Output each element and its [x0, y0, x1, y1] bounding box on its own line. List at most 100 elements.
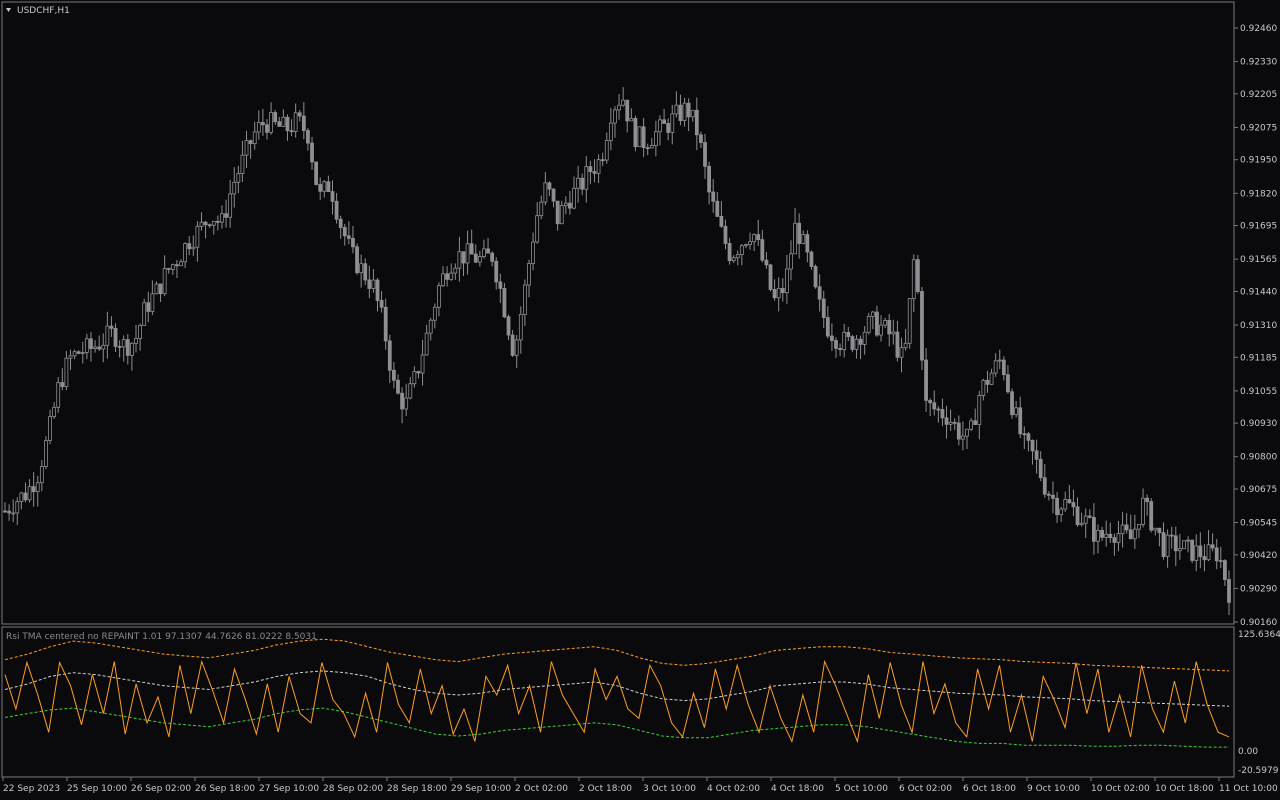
candle	[215, 215, 220, 231]
candle	[801, 230, 806, 245]
candle	[813, 264, 818, 289]
time-tick-label: 22 Sep 2023	[3, 784, 60, 794]
candle	[600, 152, 605, 166]
candle	[1063, 491, 1068, 512]
candle	[862, 326, 867, 355]
candle	[678, 94, 683, 126]
candle	[486, 237, 490, 254]
time-tick-label: 29 Sep 10:00	[451, 784, 511, 794]
candle	[1042, 464, 1047, 498]
candle	[80, 341, 85, 364]
candle	[711, 179, 716, 213]
candle	[965, 428, 969, 449]
candle	[973, 408, 978, 425]
candle	[1046, 491, 1051, 501]
price-tick-label: 0.90545	[1240, 519, 1277, 529]
candle	[821, 290, 826, 329]
candle	[1149, 498, 1154, 533]
candle	[482, 239, 486, 259]
candle	[576, 165, 581, 203]
candle	[326, 175, 331, 193]
candle	[44, 436, 48, 470]
candle	[400, 387, 404, 424]
candle	[502, 282, 507, 319]
candle	[187, 236, 192, 256]
candle	[645, 143, 650, 156]
candle	[1001, 356, 1006, 381]
candle	[76, 350, 81, 355]
candle	[441, 266, 445, 288]
candle	[113, 323, 118, 352]
candle	[146, 291, 151, 323]
candle	[3, 502, 7, 513]
candle	[1116, 520, 1121, 552]
candle	[224, 199, 228, 228]
candle	[1202, 544, 1207, 572]
candle	[346, 221, 351, 245]
candle	[592, 159, 597, 183]
candle	[997, 349, 1002, 370]
candle	[985, 370, 990, 393]
candle	[1051, 481, 1055, 514]
candle	[1034, 439, 1039, 474]
candle	[375, 278, 380, 312]
candle	[1100, 526, 1104, 541]
candle	[68, 349, 73, 370]
candle	[768, 263, 773, 292]
candle	[797, 213, 802, 259]
candle	[27, 479, 32, 503]
candle	[240, 140, 245, 182]
candle	[93, 340, 97, 353]
time-tick-label: 6 Oct 02:00	[899, 784, 952, 794]
candle	[150, 280, 155, 315]
candle	[596, 154, 601, 184]
candle	[1087, 509, 1092, 519]
candle	[404, 383, 409, 416]
candle	[1214, 538, 1219, 570]
candle	[130, 341, 134, 371]
candle	[744, 243, 748, 249]
candle	[830, 323, 834, 351]
candle	[101, 333, 106, 363]
time-tick-label: 27 Sep 10:00	[259, 784, 319, 794]
candle	[527, 259, 531, 298]
candle	[125, 334, 130, 365]
candle	[715, 192, 720, 218]
candle	[301, 102, 306, 140]
candle	[1223, 559, 1227, 587]
candle	[1128, 514, 1133, 540]
candle	[1186, 536, 1190, 553]
candle	[48, 409, 52, 445]
candle	[1006, 365, 1010, 394]
candle	[424, 324, 429, 356]
candle	[11, 499, 16, 523]
rsi-line	[4, 659, 1230, 744]
candle	[338, 215, 343, 239]
candle	[719, 201, 724, 229]
candle	[89, 332, 93, 362]
candle	[1218, 546, 1223, 569]
price-tick-label: 0.91055	[1240, 387, 1277, 397]
candle	[891, 319, 896, 345]
candle	[138, 323, 142, 351]
time-tick-label: 2 Oct 18:00	[579, 784, 632, 794]
candle	[752, 233, 757, 252]
candle	[248, 139, 253, 159]
candle	[699, 131, 703, 148]
candle	[211, 220, 216, 235]
candle	[858, 335, 863, 360]
candle	[1059, 506, 1064, 523]
candle	[506, 314, 511, 341]
candle	[457, 236, 462, 282]
candle	[1141, 488, 1145, 528]
symbol-title: USDCHF,H1	[17, 6, 70, 16]
price-tick-label: 0.90420	[1240, 551, 1277, 561]
candle	[461, 251, 466, 277]
candle	[563, 196, 568, 215]
symbol-menu-triangle-icon[interactable]	[6, 8, 11, 12]
price-tick-label: 0.90290	[1240, 584, 1277, 594]
candle	[805, 230, 810, 263]
indicator-title: Rsi TMA centered no REPAINT 1.01 97.1307…	[6, 632, 317, 642]
candle	[944, 405, 949, 439]
candle	[35, 475, 40, 507]
